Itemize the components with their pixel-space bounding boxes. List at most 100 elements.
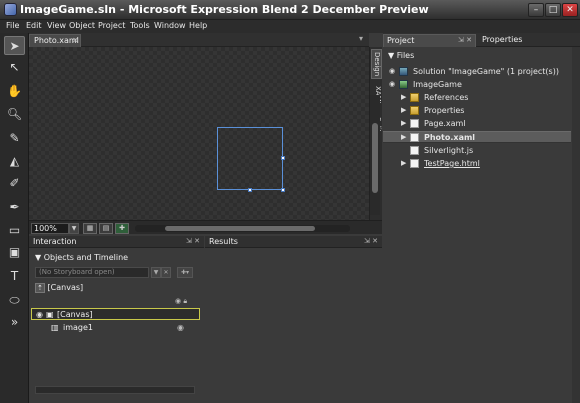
scrollbar-thumb[interactable]	[165, 226, 315, 231]
html-file-icon	[410, 159, 419, 168]
file-label: Properties	[424, 106, 465, 115]
list-item[interactable]: ▶ References	[383, 92, 571, 104]
menu-window[interactable]: Window	[154, 21, 186, 30]
tab-project[interactable]: Project ⇲ ✕	[383, 34, 476, 47]
scope-selector[interactable]: ⇡ [Canvas]	[35, 283, 83, 295]
list-item[interactable]: ▶ Page.xaml	[383, 118, 571, 130]
xaml-file-icon	[410, 133, 419, 142]
vertical-scrollbar[interactable]	[370, 95, 380, 215]
interaction-panel: ▼ Objects and Timeline (No Storyboard op…	[29, 249, 204, 403]
direct-select-icon[interactable]: ↖	[4, 58, 25, 77]
layout-panel-icon[interactable]: ▣	[4, 243, 25, 262]
resize-handle[interactable]	[281, 156, 285, 160]
tab-label: Properties	[482, 35, 523, 44]
expand-icon[interactable]: ▶	[401, 133, 406, 141]
pen-icon[interactable]: ✒	[4, 198, 25, 217]
tab-label: Project	[387, 36, 415, 45]
window-title: ImageGame.sln - Microsoft Expression Ble…	[20, 3, 429, 16]
files-label: Files	[396, 51, 415, 60]
expand-icon[interactable]: ▶	[401, 93, 406, 101]
button-control-icon[interactable]: ⬭	[4, 291, 25, 310]
effects-icon[interactable]: ✚	[115, 223, 129, 234]
list-item[interactable]: ▶ TestPage.html	[383, 158, 571, 170]
tree-row[interactable]: ▥ image1 ◉	[31, 322, 200, 334]
scope-up-icon[interactable]: ⇡	[35, 283, 45, 293]
expand-icon[interactable]: ◉	[36, 310, 43, 319]
horizontal-scrollbar[interactable]	[135, 225, 350, 232]
app-icon	[4, 3, 17, 16]
chevron-down-icon[interactable]: ▾	[359, 34, 363, 43]
xaml-file-icon	[410, 119, 419, 128]
objects-timeline-title[interactable]: ▼ Objects and Timeline	[35, 253, 128, 262]
tree-row[interactable]: ◉ ▣ [Canvas]	[31, 308, 200, 320]
minimize-button[interactable]: –	[528, 3, 544, 17]
brush-transform-icon[interactable]: ✐	[4, 174, 25, 193]
close-icon[interactable]: ✕	[72, 36, 79, 45]
zoom-icon[interactable]: 🔍︎	[4, 105, 25, 124]
folder-icon	[410, 106, 419, 115]
project-icon	[399, 80, 408, 89]
storyboard-select[interactable]: (No Storyboard open)	[35, 267, 149, 278]
pan-icon[interactable]: ✋	[4, 82, 25, 101]
text-icon[interactable]: T	[4, 267, 25, 286]
eye-icon[interactable]: ◉	[177, 323, 184, 332]
menu-help[interactable]: Help	[189, 21, 207, 30]
visibility-lock-icons: ◉ 🔒︎	[175, 297, 188, 305]
menu-tools[interactable]: Tools	[130, 21, 150, 30]
file-label: Page.xaml	[424, 119, 466, 128]
add-storyboard-button[interactable]: ✚▾	[177, 267, 193, 278]
list-item[interactable]: ◉ ImageGame	[383, 79, 571, 91]
files-header[interactable]: ▼ Files	[388, 51, 414, 60]
paint-bucket-icon[interactable]: ◭	[4, 152, 25, 171]
pin-close-icons[interactable]: ⇲ ✕	[458, 36, 472, 44]
menu-object[interactable]: Object	[69, 21, 95, 30]
list-item[interactable]: Silverlight.js	[383, 145, 571, 157]
menu-edit[interactable]: Edit	[26, 21, 42, 30]
canvas-element[interactable]	[217, 127, 283, 190]
tab-design[interactable]: Design	[371, 49, 382, 79]
expand-icon[interactable]: ◉	[389, 67, 395, 75]
project-panel: ▼ Files ◉ Solution "ImageGame" (1 projec…	[383, 47, 580, 403]
panel-title: Results	[209, 237, 238, 246]
rectangle-icon[interactable]: ▭	[4, 221, 25, 240]
selection-icon[interactable]: ➤	[4, 36, 25, 55]
menu-project[interactable]: Project	[98, 21, 125, 30]
close-button[interactable]: ✕	[562, 3, 578, 17]
expand-icon[interactable]: ▶	[401, 159, 406, 167]
results-panel-header: Results ⇲ ✕	[205, 236, 382, 248]
canvas-node-icon: ▣	[46, 310, 54, 319]
chevron-down-icon[interactable]: ▼	[69, 223, 79, 234]
zoom-field[interactable]: 100%	[31, 223, 69, 234]
resize-handle[interactable]	[248, 188, 252, 192]
scrollbar-thumb[interactable]	[372, 123, 378, 193]
tab-photo-xaml[interactable]: Photo.xaml ✕	[29, 34, 81, 47]
tab-properties[interactable]: Properties	[479, 34, 580, 47]
vertical-scrollbar[interactable]	[572, 47, 580, 403]
expand-icon[interactable]: ◉	[389, 80, 395, 88]
toolbox: ➤ ↖ ✋ 🔍︎ ✎ ◭ ✐ ✒ ▭ ▣ T ⬭ »	[0, 33, 29, 403]
menu-bar: File Edit View Object Project Tools Wind…	[0, 20, 580, 33]
list-item[interactable]: ◉ Solution "ImageGame" (1 project(s))	[383, 66, 571, 78]
menu-view[interactable]: View	[47, 21, 66, 30]
pin-close-icons[interactable]: ⇲ ✕	[364, 237, 378, 245]
snap-icon[interactable]: ▤	[99, 223, 113, 234]
list-item-selected[interactable]: ▶ Photo.xaml	[383, 131, 571, 143]
close-storyboard-icon[interactable]: ✕	[161, 267, 171, 278]
document-tab-strip: Photo.xaml ✕ ▾	[29, 33, 369, 47]
maximize-button[interactable]: □	[545, 3, 561, 17]
eyedropper-icon[interactable]: ✎	[4, 129, 25, 148]
timeline-scrollbar[interactable]	[35, 386, 195, 394]
expand-icon[interactable]: ▶	[401, 106, 406, 114]
artboard[interactable]	[29, 47, 369, 220]
storyboard-menu-icon[interactable]: ▼	[151, 267, 161, 278]
grid-icon[interactable]: ▦	[83, 223, 97, 234]
expand-icon[interactable]: ▶	[401, 119, 406, 127]
resize-handle[interactable]	[281, 188, 285, 192]
list-item[interactable]: ▶ Properties	[383, 105, 571, 117]
file-label: References	[424, 93, 469, 102]
asset-library-icon[interactable]: »	[4, 313, 25, 332]
pin-close-icons[interactable]: ⇲ ✕	[186, 237, 200, 245]
file-label: Solution "ImageGame" (1 project(s))	[413, 67, 559, 76]
menu-file[interactable]: File	[6, 21, 19, 30]
file-label: TestPage.html	[424, 159, 480, 168]
